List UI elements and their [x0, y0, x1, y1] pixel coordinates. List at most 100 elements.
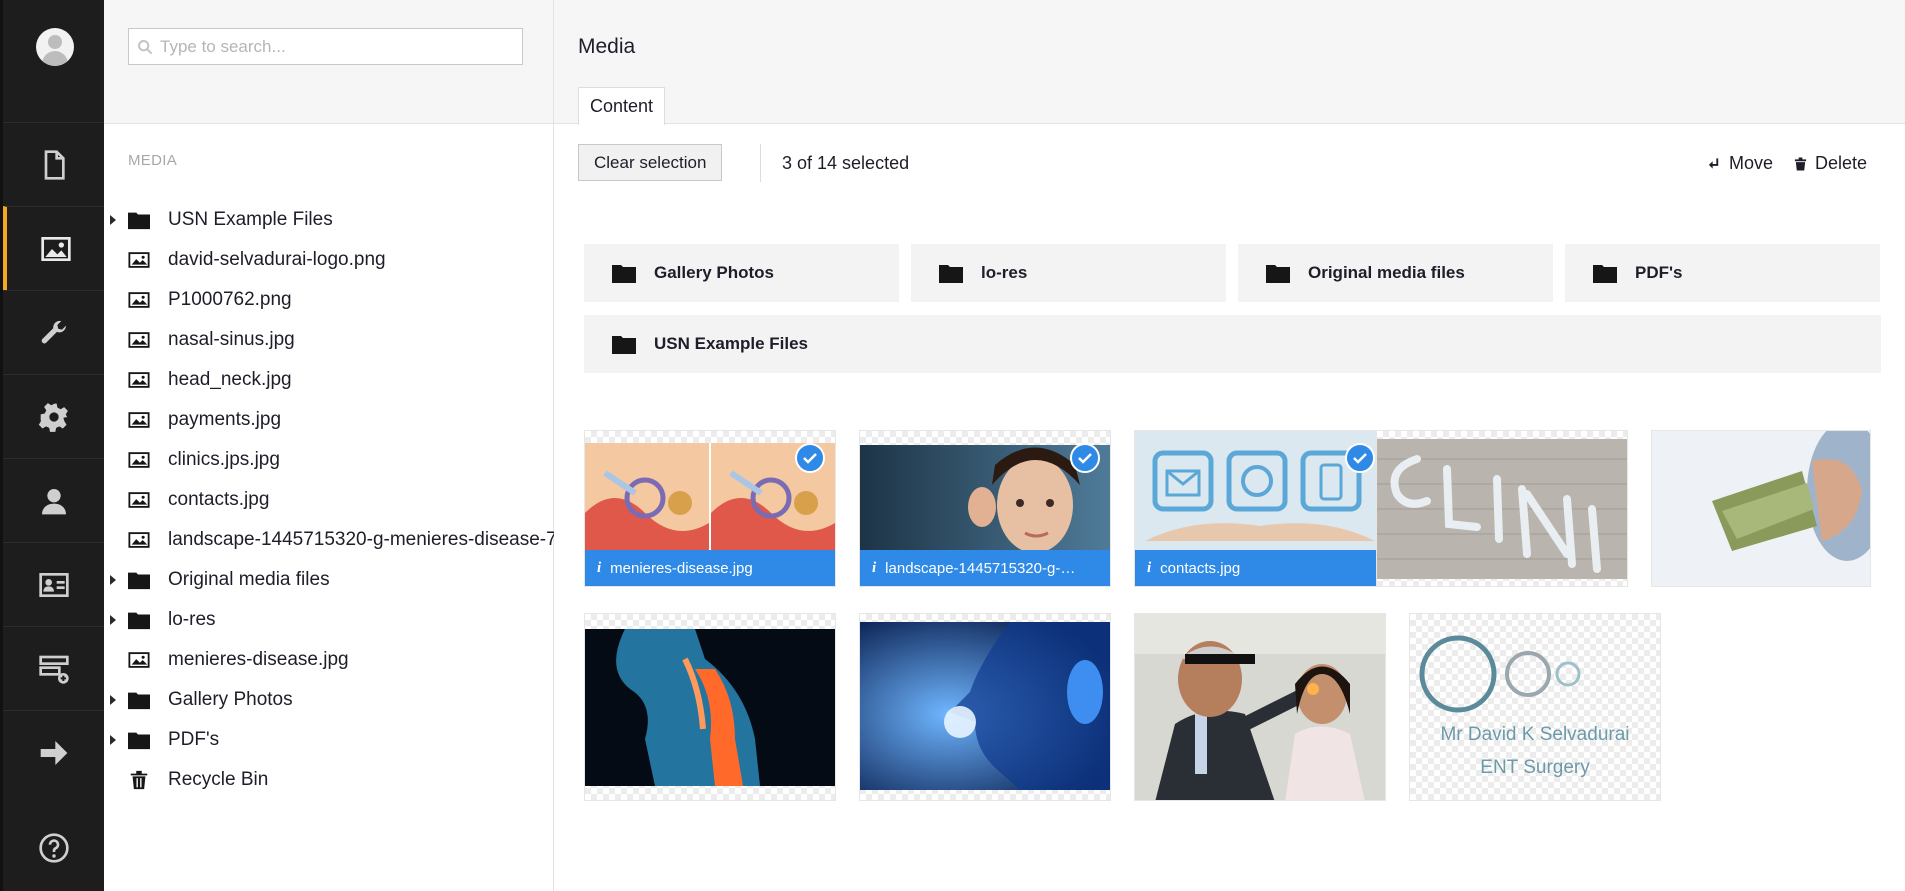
folder-icon: [128, 612, 150, 630]
media-tile-nasal[interactable]: [859, 613, 1111, 801]
delete-button[interactable]: Delete: [1794, 153, 1867, 174]
help-icon: [38, 833, 69, 863]
image-icon: [128, 292, 150, 308]
tree-item[interactable]: clinics.jps.jpg: [104, 440, 554, 480]
expand-caret-icon[interactable]: [110, 215, 116, 225]
tree-item[interactable]: P1000762.png: [104, 280, 554, 320]
expand-caret-icon[interactable]: [110, 615, 116, 625]
main-content: Media Content Clear selection 3 of 14 se…: [554, 0, 1905, 891]
clear-selection-button[interactable]: Clear selection: [578, 144, 723, 181]
tree-item-label: clinics.jps.jpg: [168, 449, 280, 470]
search-area: [104, 0, 553, 124]
image-icon: [128, 332, 150, 348]
media-tile-menieres-disease[interactable]: i menieres-disease.jpg: [584, 430, 836, 587]
image-icon: [128, 649, 150, 671]
section-content-button[interactable]: [3, 122, 104, 206]
section-forms-button[interactable]: [3, 626, 104, 710]
image-icon: [128, 409, 150, 431]
folder-icon: [128, 569, 150, 591]
folder-icon: [939, 265, 963, 283]
media-tile-contacts[interactable]: i contacts.jpg: [1134, 430, 1386, 587]
payment-cash-image: [1652, 431, 1870, 586]
section-settings-button[interactable]: [3, 290, 104, 374]
trash-icon: [128, 769, 150, 791]
media-tile-throat[interactable]: [584, 613, 836, 801]
nasal-xray-image: [860, 622, 1110, 790]
folder-icon: [1266, 265, 1290, 283]
trash-icon: [1794, 157, 1807, 170]
tree-item[interactable]: payments.jpg: [104, 400, 554, 440]
tree-item-label: Recycle Bin: [168, 769, 269, 790]
move-button[interactable]: Move: [1708, 153, 1773, 174]
folder-card-lo-res[interactable]: lo-res: [911, 244, 1226, 302]
tree-item-label: contacts.jpg: [168, 489, 270, 510]
folder-label: Original media files: [1308, 263, 1465, 282]
avatar[interactable]: [36, 28, 74, 66]
trash-icon: [130, 770, 148, 790]
user-icon: [41, 488, 66, 514]
media-tile-doctor[interactable]: [1134, 613, 1386, 801]
image-icon: [128, 249, 150, 271]
tree-item[interactable]: david-selvadurai-logo.png: [104, 240, 554, 280]
tree-item[interactable]: Gallery Photos: [104, 680, 554, 720]
folder-icon: [1593, 265, 1617, 283]
info-icon: i: [872, 559, 877, 576]
folder-card-pdfs[interactable]: PDF's: [1565, 244, 1880, 302]
section-redirect-button[interactable]: [3, 710, 104, 794]
expand-caret-icon[interactable]: [110, 575, 116, 585]
media-tile-logo[interactable]: Mr David K Selvadurai ENT Surgery: [1409, 613, 1661, 801]
tree-item[interactable]: menieres-disease.jpg: [104, 640, 554, 680]
search-input[interactable]: [160, 36, 510, 57]
tree-item-label: david-selvadurai-logo.png: [168, 249, 386, 270]
media-tile-clinic[interactable]: [1376, 430, 1628, 587]
folder-card-original-media-files[interactable]: Original media files: [1238, 244, 1553, 302]
search-box[interactable]: [128, 28, 523, 65]
tile-caption: i menieres-disease.jpg: [585, 550, 835, 586]
image-icon: [128, 289, 150, 311]
tree-item[interactable]: PDF's: [104, 720, 554, 760]
tree-item[interactable]: lo-res: [104, 600, 554, 640]
tree-item-label: nasal-sinus.jpg: [168, 329, 295, 350]
image-icon: [128, 652, 150, 668]
tree-item-label: USN Example Files: [168, 209, 333, 230]
section-media-button[interactable]: [3, 206, 104, 290]
section-rail: [0, 0, 104, 891]
tree-item[interactable]: landscape-1445715320-g-menieres-disease-…: [104, 520, 554, 560]
image-icon: [128, 449, 150, 471]
tile-caption: i landscape-1445715320-g-men...: [860, 550, 1110, 586]
media-tile-payments[interactable]: [1651, 430, 1871, 587]
folder-icon: [128, 572, 150, 590]
selected-check-icon: [1345, 443, 1375, 473]
section-users-button[interactable]: [3, 458, 104, 542]
tab-content[interactable]: Content: [578, 87, 666, 125]
delete-label: Delete: [1815, 153, 1868, 173]
tree-item[interactable]: contacts.jpg: [104, 480, 554, 520]
image-icon: [40, 236, 71, 261]
selection-toolbar: Clear selection 3 of 14 selected Move De…: [578, 144, 1881, 182]
media-tile-landscape[interactable]: i landscape-1445715320-g-men...: [859, 430, 1111, 587]
folder-label: Gallery Photos: [654, 263, 774, 282]
folder-card-gallery-photos[interactable]: Gallery Photos: [584, 244, 899, 302]
tree-item[interactable]: head_neck.jpg: [104, 360, 554, 400]
gear-icon: [38, 402, 68, 432]
tree-item[interactable]: USN Example Files: [104, 200, 554, 240]
tree-item-label: Original media files: [168, 569, 330, 590]
tree-item[interactable]: nasal-sinus.jpg: [104, 320, 554, 360]
tree-item-label: lo-res: [168, 609, 216, 630]
tile-caption: i contacts.jpg: [1135, 550, 1385, 586]
tree-item[interactable]: Recycle Bin: [104, 760, 554, 800]
throat-xray-image: [585, 629, 835, 786]
folder-icon: [128, 729, 150, 751]
clinic-sign-image: [1377, 439, 1627, 579]
section-developer-button[interactable]: [3, 374, 104, 458]
folder-card-usn-example-files[interactable]: USN Example Files: [584, 315, 1881, 373]
help-button[interactable]: [3, 806, 104, 890]
tree-item[interactable]: Original media files: [104, 560, 554, 600]
tree-section-title: MEDIA: [128, 152, 178, 169]
expand-caret-icon[interactable]: [110, 695, 116, 705]
expand-caret-icon[interactable]: [110, 735, 116, 745]
media-tree-panel: MEDIA USN Example Files david-selvadurai-…: [104, 0, 554, 891]
section-members-button[interactable]: [3, 542, 104, 626]
image-icon: [128, 329, 150, 351]
tree-item-label: head_neck.jpg: [168, 369, 292, 390]
